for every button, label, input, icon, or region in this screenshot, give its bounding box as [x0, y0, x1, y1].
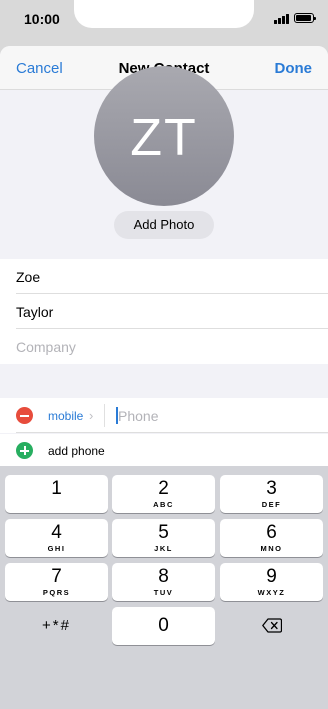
first-name-field[interactable]: Zoe — [0, 259, 328, 294]
key-digit: 8 — [158, 566, 169, 587]
key-digit: 2 — [158, 478, 169, 499]
key-2[interactable]: 2 ABC — [112, 475, 215, 513]
key-digit: 1 — [51, 478, 62, 499]
key-letters: DEF — [261, 500, 282, 509]
key-digit: 4 — [51, 522, 62, 543]
key-5[interactable]: 5 JKL — [112, 519, 215, 557]
key-6[interactable]: 6 MNO — [220, 519, 323, 557]
company-field[interactable]: Company — [0, 329, 328, 364]
key-7[interactable]: 7 PQRS — [5, 563, 108, 601]
key-8[interactable]: 8 TUV — [112, 563, 215, 601]
key-digit: 9 — [266, 566, 277, 587]
add-phone-label[interactable]: add phone — [48, 444, 105, 458]
first-name-value: Zoe — [16, 269, 41, 285]
divider — [16, 432, 328, 433]
key-4[interactable]: 4 GHI — [5, 519, 108, 557]
add-phone-icon[interactable] — [16, 442, 33, 459]
key-letters: MNO — [260, 544, 283, 553]
remove-phone-icon[interactable] — [16, 407, 33, 424]
battery-icon — [294, 13, 316, 23]
cellular-signal-icon — [274, 14, 290, 24]
phone-label-mobile[interactable]: mobile — [48, 409, 83, 423]
phone-input[interactable] — [118, 404, 318, 427]
symbols-key[interactable]: +*# — [5, 607, 108, 645]
company-placeholder: Company — [16, 339, 76, 355]
chevron-right-icon[interactable]: › — [89, 408, 93, 423]
phone-screen: 10:00 Cancel New Contact Done ZT Add Pho… — [0, 0, 328, 709]
key-9[interactable]: 9 WXYZ — [220, 563, 323, 601]
status-time: 10:00 — [24, 11, 60, 27]
key-0[interactable]: 0 — [112, 607, 215, 645]
notch — [74, 0, 254, 28]
key-digit: 7 — [51, 566, 62, 587]
done-button[interactable]: Done — [275, 60, 313, 77]
key-letters: PQRS — [42, 588, 71, 597]
add-photo-button[interactable]: Add Photo — [114, 211, 214, 239]
new-contact-sheet: Cancel New Contact Done ZT Add Photo Zoe… — [0, 46, 328, 466]
key-letters: JKL — [154, 544, 173, 553]
key-letters: WXYZ — [257, 588, 286, 597]
key-letters: ABC — [153, 500, 174, 509]
key-digit: 5 — [158, 522, 169, 543]
backspace-icon — [262, 618, 282, 633]
key-digit: 0 — [158, 615, 169, 636]
key-letters: TUV — [153, 588, 174, 597]
key-1[interactable]: 1 — [5, 475, 108, 513]
last-name-value: Taylor — [16, 304, 54, 320]
last-name-field[interactable]: Taylor — [0, 294, 328, 329]
numeric-keypad: 1 2 ABC 3 DEF 4 GHI 5 JKL 6 MNO 7 PQRS 8 — [0, 466, 328, 709]
divider — [104, 404, 105, 427]
phone-row: mobile › — [0, 398, 328, 433]
add-phone-row[interactable]: add phone — [0, 434, 328, 466]
key-letters: GHI — [47, 544, 66, 553]
key-digit: 3 — [266, 478, 277, 499]
key-3[interactable]: 3 DEF — [220, 475, 323, 513]
key-digit: 6 — [266, 522, 277, 543]
backspace-key[interactable] — [220, 607, 323, 645]
avatar-initials: ZT — [130, 109, 198, 167]
status-bar: 10:00 — [0, 0, 328, 40]
contact-avatar[interactable]: ZT — [94, 66, 234, 206]
